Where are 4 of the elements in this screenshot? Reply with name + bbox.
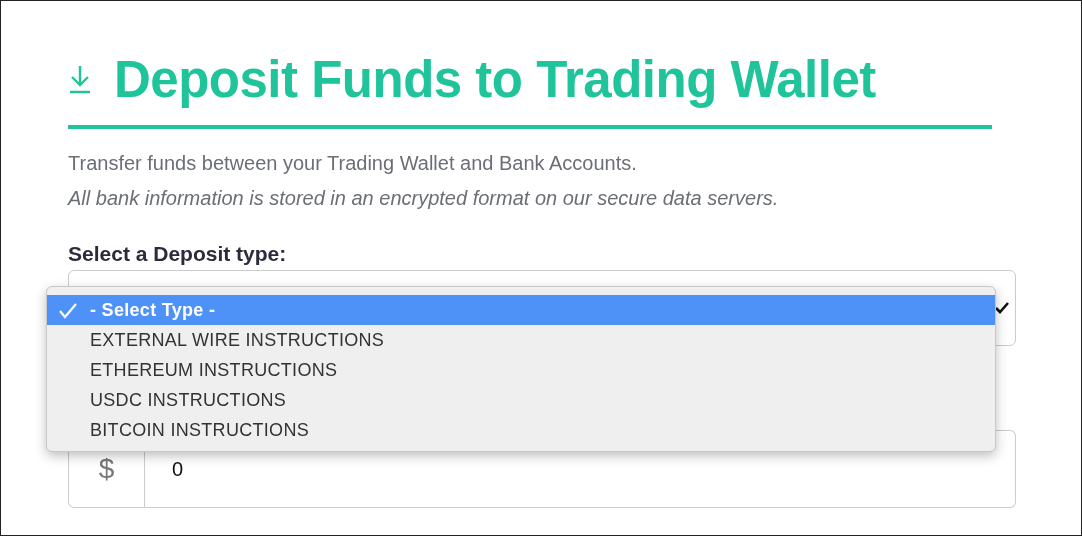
security-note: All bank information is stored in an encrypted format on our secure data servers. — [68, 186, 780, 211]
page-title: Deposit Funds to Trading Wallet — [114, 49, 876, 109]
deposit-type-label: Select a Deposit type: — [68, 242, 288, 266]
description-text: Transfer funds between your Trading Wallet and Bank Accounts. — [68, 151, 638, 176]
